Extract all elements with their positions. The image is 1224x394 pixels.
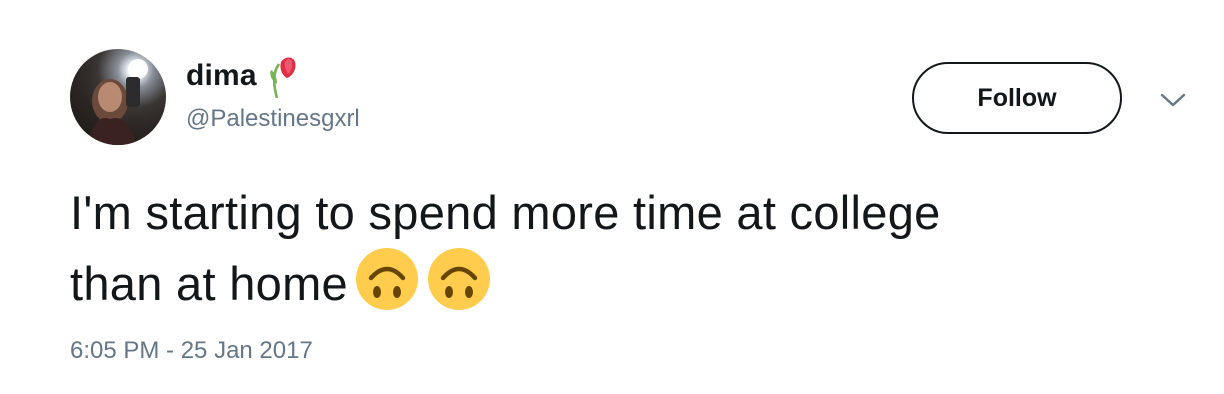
avatar-photo <box>88 59 148 145</box>
tweet-card: dima @Palestinesgxrl Follow I'm starting… <box>0 0 1224 394</box>
upside-down-face-icon <box>426 246 492 312</box>
tweet-text: I'm starting to spend more time at colle… <box>70 180 1170 317</box>
avatar[interactable] <box>70 49 166 145</box>
tweet-text-line-2-text: than at home <box>70 257 348 310</box>
name-row: dima <box>186 54 301 99</box>
follow-button-label: Follow <box>977 83 1057 112</box>
display-name[interactable]: dima <box>186 59 257 93</box>
user-handle[interactable]: @Palestinesgxrl <box>186 105 360 133</box>
tweet-text-line-2: than at home <box>70 246 1170 317</box>
tweet-text-line-1: I'm starting to spend more time at colle… <box>70 186 941 239</box>
follow-button[interactable]: Follow <box>912 62 1122 134</box>
chevron-down-icon[interactable] <box>1158 88 1188 112</box>
wilted-flower-icon <box>267 54 301 99</box>
upside-down-face-icon <box>354 246 420 312</box>
tweet-timestamp[interactable]: 6:05 PM - 25 Jan 2017 <box>70 337 313 365</box>
